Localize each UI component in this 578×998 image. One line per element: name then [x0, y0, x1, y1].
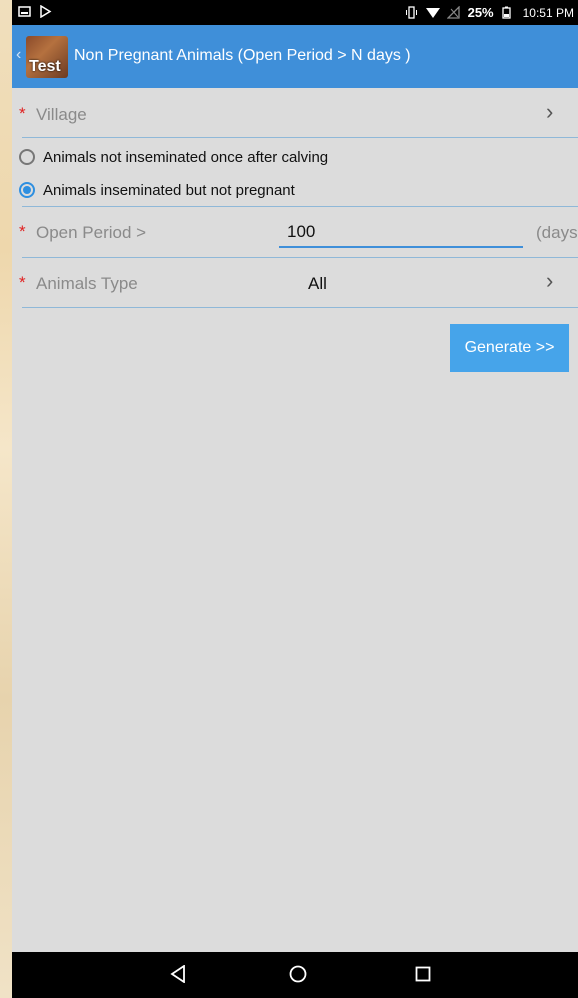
- radio-label: Animals not inseminated once after calvi…: [43, 149, 329, 166]
- app-logo-label: Test: [29, 58, 61, 75]
- clock: 10:51 PM: [522, 5, 574, 20]
- status-right: 25% 10:51 PM: [405, 5, 574, 20]
- play-store-icon: [39, 4, 52, 19]
- radio-button[interactable]: [19, 149, 35, 165]
- divider: [22, 257, 578, 258]
- required-asterisk: *: [19, 222, 26, 241]
- divider: [22, 206, 578, 207]
- chevron-left-icon[interactable]: ‹: [16, 46, 21, 64]
- required-asterisk: *: [19, 273, 26, 292]
- required-asterisk: *: [19, 104, 26, 123]
- wifi-icon: [425, 6, 440, 19]
- status-bar: 25% 10:51 PM: [12, 0, 578, 25]
- action-bar: ‹ Test Non Pregnant Animals (Open Period…: [12, 25, 578, 88]
- battery-percent: 25%: [467, 5, 494, 20]
- village-label: Village: [36, 105, 87, 124]
- back-triangle-icon[interactable]: [170, 964, 186, 988]
- navigation-bar: [12, 952, 578, 998]
- app-screen: 25% 10:51 PM ‹ Test Non Pregnant Animals…: [12, 0, 578, 998]
- open-period-input[interactable]: [279, 218, 523, 248]
- divider: [22, 137, 578, 138]
- wallpaper-strip: [0, 0, 12, 998]
- chevron-right-icon[interactable]: ›: [546, 268, 553, 294]
- animals-type-value: All: [308, 274, 327, 293]
- notification-image-icon: [18, 5, 31, 18]
- battery-icon: [501, 6, 515, 19]
- animals-type-label: Animals Type: [36, 274, 138, 293]
- divider: [22, 307, 578, 308]
- radio-button-checked[interactable]: [19, 182, 35, 198]
- generate-button[interactable]: Generate >>: [450, 324, 569, 372]
- no-signal-icon: [446, 5, 460, 19]
- vibrate-icon: [405, 6, 418, 19]
- radio-label: Animals inseminated but not pregnant: [43, 182, 295, 199]
- chevron-right-icon[interactable]: ›: [546, 99, 553, 125]
- home-circle-icon[interactable]: [289, 965, 307, 988]
- open-period-label: Open Period >: [36, 223, 147, 242]
- app-logo[interactable]: Test: [26, 36, 68, 78]
- page-title: Non Pregnant Animals (Open Period > N da…: [74, 47, 411, 64]
- recents-square-icon[interactable]: [415, 965, 431, 988]
- days-unit-label: (days: [536, 223, 578, 242]
- status-left: [18, 4, 52, 19]
